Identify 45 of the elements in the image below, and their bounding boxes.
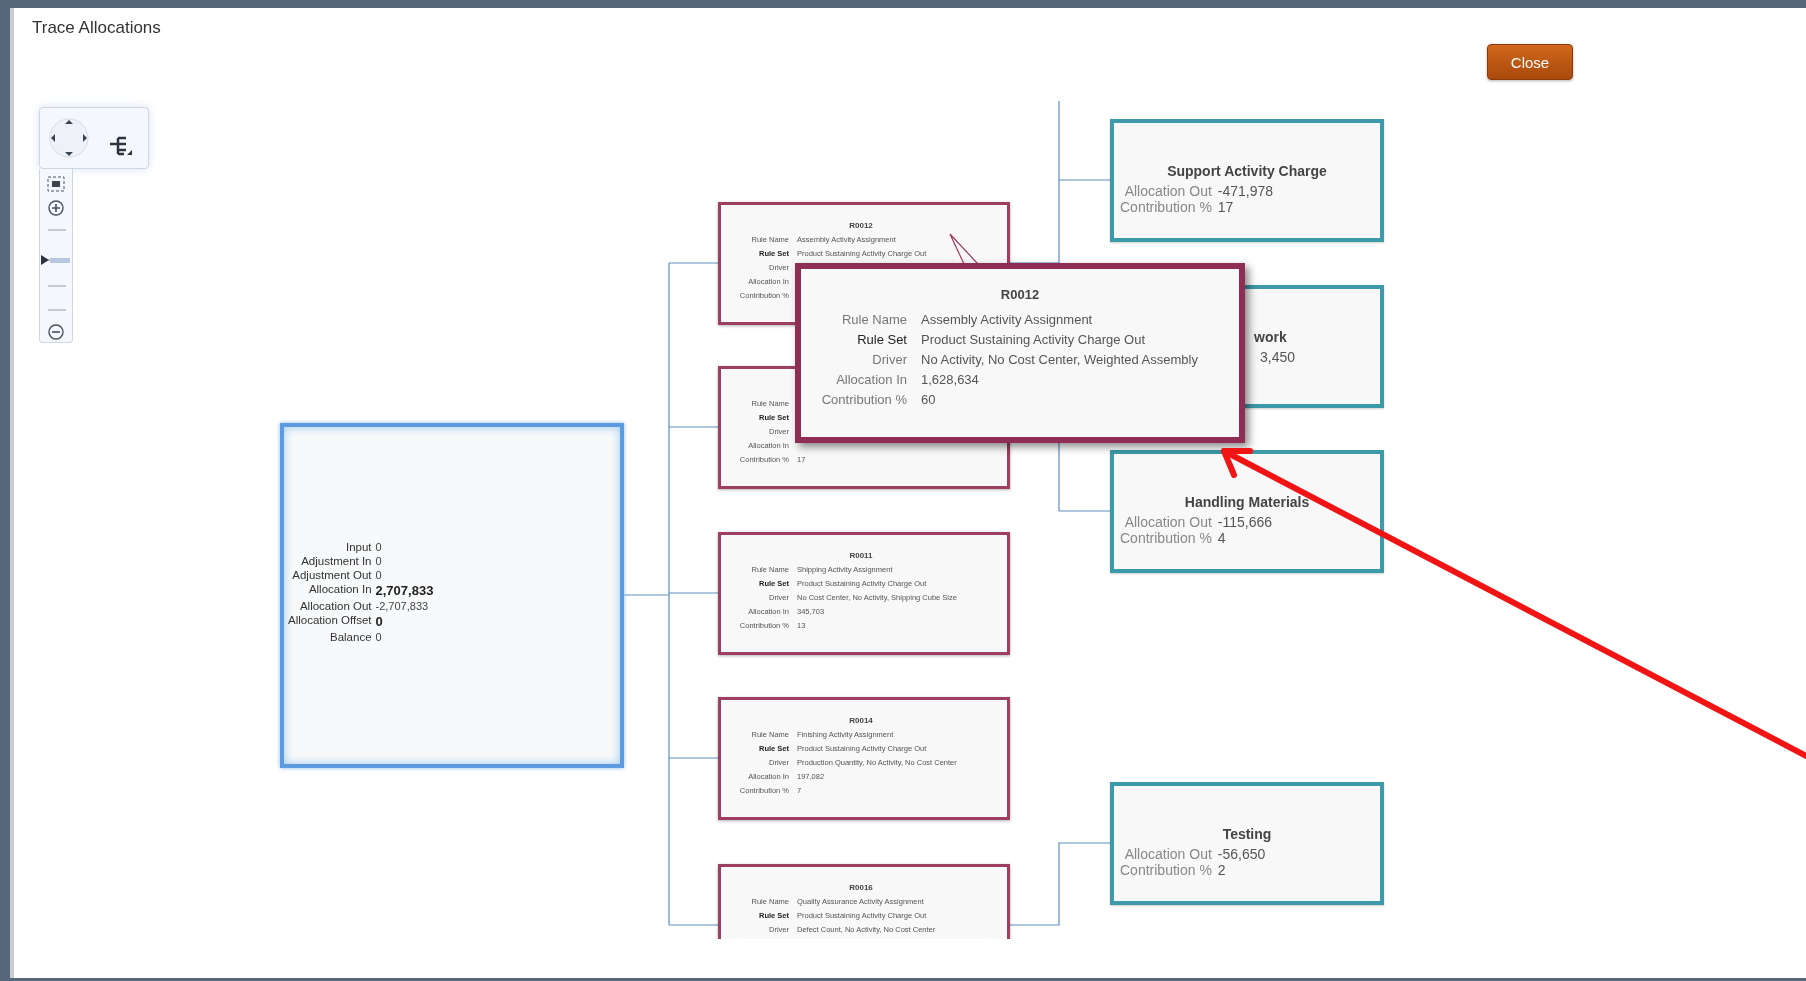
field-label: Contribution % (1120, 530, 1212, 546)
field-label: Allocation Out (1124, 846, 1212, 862)
field-value: 17 (1217, 199, 1235, 215)
field-value: 1,628,634 (921, 372, 980, 387)
field-value: 0 (375, 540, 383, 553)
field-value: 0 (375, 630, 383, 643)
field-label: Adjustment In (300, 554, 372, 567)
field-label: Contribution % (820, 392, 907, 407)
field-label: Allocation In (835, 372, 907, 387)
field-value: -56,650 (1217, 846, 1266, 862)
rule-id: R0011 (849, 551, 873, 560)
field-label: Allocation Offset (288, 613, 372, 628)
rule-id: R0012 (849, 221, 873, 230)
node-title: Testing (1222, 826, 1272, 842)
rule-id: R0014 (849, 716, 873, 725)
field-label: Input (344, 540, 372, 553)
field-value: 0 (375, 613, 384, 629)
field-label: Balance (328, 630, 372, 643)
field-label: Allocation In (307, 582, 372, 597)
window-title: Trace Allocations (32, 18, 161, 38)
field-label: Rule Name (840, 312, 907, 327)
node-title: work (1254, 329, 1287, 345)
field-label: Rule Set (856, 332, 907, 347)
field-label: Adjustment Out (291, 568, 372, 581)
field-value: 2,707,833 (375, 582, 434, 598)
field-label: Allocation Out (1124, 514, 1212, 530)
field-value: 0 (375, 568, 383, 581)
field-label: Allocation Out (1124, 183, 1212, 199)
field-value: 60 (921, 392, 937, 407)
field-label: Contribution % (1120, 862, 1212, 878)
field-label: Allocation Out (298, 599, 372, 612)
field-label: Contribution % (1120, 199, 1212, 215)
field-value: 3,450 (1260, 349, 1296, 365)
tooltip-title: R0012 (1000, 287, 1040, 302)
rule-id: R0016 (849, 883, 873, 892)
field-value: -2,707,833 (375, 599, 430, 612)
field-value: 0 (375, 554, 383, 567)
field-value: Assembly Activity Assignment (921, 312, 1094, 327)
field-value: 4 (1217, 530, 1227, 546)
field-label: Driver (871, 352, 907, 367)
field-value: -471,978 (1217, 183, 1274, 199)
field-value: -115,666 (1217, 514, 1273, 530)
field-value: 2 (1217, 862, 1227, 878)
node-title: Handling Materials (1184, 494, 1310, 510)
node-title: Support Activity Charge (1167, 163, 1327, 179)
